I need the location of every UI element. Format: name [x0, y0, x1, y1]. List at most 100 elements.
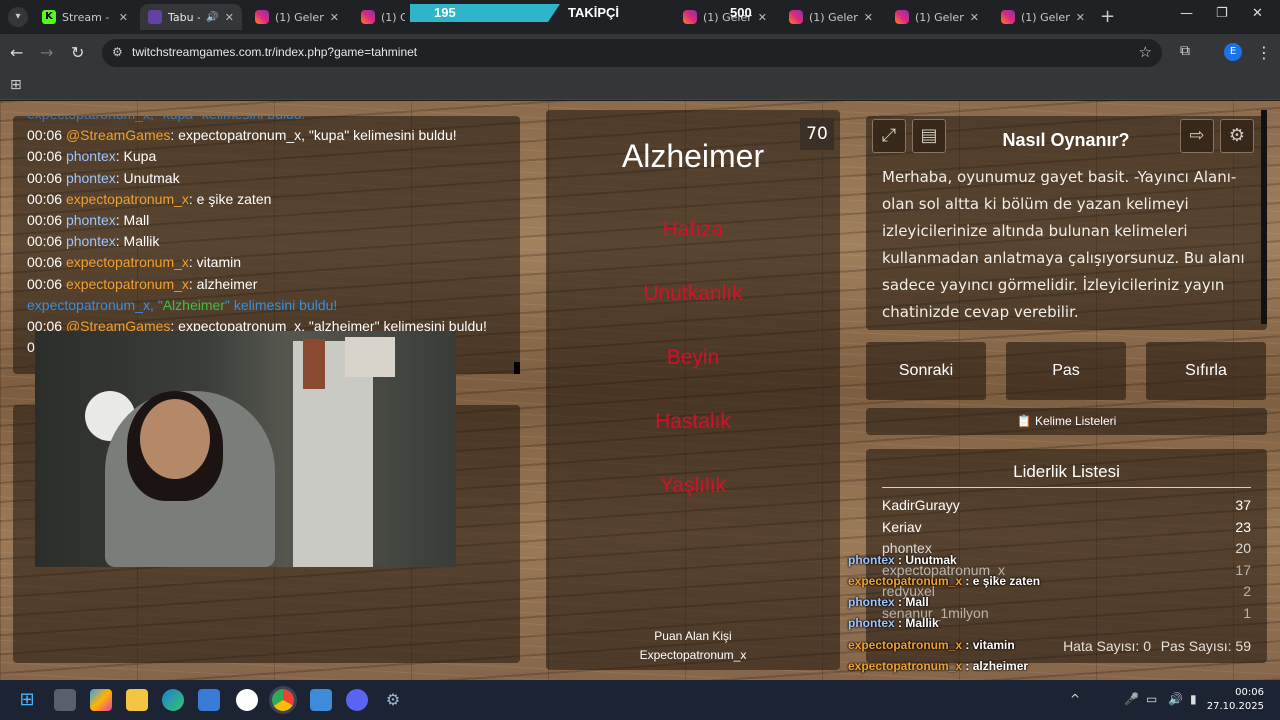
clock-time: 00:06 [1235, 687, 1264, 698]
close-icon[interactable]: ✕ [330, 11, 339, 24]
settings-gear-icon[interactable]: ⚙ [382, 689, 404, 711]
window-close-icon[interactable]: ✕ [1252, 6, 1263, 21]
volume-icon[interactable]: 🔊 [1168, 692, 1183, 706]
chat-username[interactable]: phontex [66, 148, 116, 164]
chat-message: 00:06 phontex: Mallik [13, 231, 520, 252]
address-bar[interactable]: ⚙ twitchstreamgames.com.tr/index.php?gam… [102, 39, 1162, 67]
how-to-play-panel: ⤢ ▤ Nasıl Oynanır? ⇨ ⚙ Merhaba, oyunumuz… [866, 116, 1267, 330]
overlay-chat-message: expectopatronum_x : e şike zaten [848, 574, 1040, 588]
tab-instagram-6[interactable]: (1) Gelen K ✕ [993, 4, 1093, 30]
chat-timestamp: 00:06 [27, 190, 63, 207]
site-info-icon[interactable]: ⚙ [112, 45, 123, 59]
close-icon[interactable]: ✕ [225, 11, 234, 24]
chat-message: 00:06 phontex: Mall [13, 210, 520, 231]
speaker-icon[interactable]: 🔊 [206, 12, 218, 23]
apps-grid-icon[interactable]: ⊞ [10, 77, 22, 93]
overlay-chat-message: phontex : Mallik [848, 616, 939, 630]
tab-instagram-2[interactable]: (1) Gelen [353, 4, 413, 30]
tab-instagram-3[interactable]: (1) Gelen K ✕ [675, 4, 775, 30]
chat-timestamp: 00:06 [27, 233, 63, 250]
logout-icon[interactable]: ⇨ [1180, 119, 1214, 153]
how-to-play-text: Merhaba, oyunumuz gayet basit. -Yayıncı … [882, 168, 1245, 321]
tab-search-button[interactable]: ▾ [8, 7, 28, 27]
fullscreen-icon[interactable]: ⤢ [872, 119, 906, 153]
extensions-icon[interactable]: ⧉ [1180, 43, 1190, 59]
follower-goal: 500 [730, 5, 752, 20]
minimize-icon[interactable]: — [1180, 6, 1193, 21]
restore-icon[interactable]: ❐ [1216, 6, 1228, 21]
taboo-word: Unutkanlık [643, 282, 743, 305]
player-score: 1 [1243, 605, 1251, 621]
address-toolbar: ← → ↻ ⚙ twitchstreamgames.com.tr/index.p… [0, 34, 1280, 72]
chat-text: : Mall [115, 211, 150, 228]
tab-instagram-5[interactable]: (1) Gelen K ✕ [887, 4, 987, 30]
overlay-username: expectopatronum_x [848, 574, 963, 588]
display-icon[interactable]: ▭ [1146, 692, 1157, 706]
edge-icon[interactable] [162, 689, 184, 711]
gear-icon[interactable]: ⚙ [1220, 119, 1254, 153]
chat-username[interactable]: expectopatronum_x [27, 297, 150, 313]
new-tab-button[interactable]: + [1100, 6, 1115, 27]
tab-instagram-1[interactable]: (1) Gelen K ✕ [247, 4, 347, 30]
windows-start-icon[interactable]: ⊞ [16, 689, 38, 711]
reload-icon[interactable]: ↻ [71, 43, 84, 62]
store-icon[interactable] [198, 689, 220, 711]
tray-chevron-icon[interactable]: ^ [1070, 692, 1080, 706]
close-icon[interactable]: ✕ [970, 11, 979, 24]
close-icon[interactable]: ✕ [119, 11, 128, 24]
chat-username[interactable]: phontex [66, 170, 116, 186]
chat-username[interactable]: expectopatronum_x [66, 191, 189, 207]
reset-button[interactable]: Sıfırla [1146, 342, 1266, 400]
microphone-icon[interactable]: 🎤 [1124, 692, 1139, 706]
how-to-play-title: Nasıl Oynanır? [1002, 130, 1130, 150]
bookmark-star-icon[interactable]: ☆ [1139, 43, 1152, 61]
tab-bar: ▾ K Stream - K ✕ Tabu - 🔊 ✕ (1) Gelen K … [0, 0, 1280, 34]
overlay-text: : Mallik [894, 616, 939, 630]
obs-icon[interactable] [236, 689, 258, 711]
close-icon[interactable]: ✕ [864, 11, 873, 24]
leaderboard-title: Liderlik Listesi [1013, 462, 1120, 481]
tab-instagram-4[interactable]: (1) Gelen K ✕ [781, 4, 881, 30]
chat-username[interactable]: phontex [66, 212, 116, 228]
chat-username[interactable]: @StreamGames [66, 127, 170, 143]
close-icon[interactable]: ✕ [758, 11, 767, 24]
chat-username[interactable]: expectopatronum_x [27, 116, 150, 122]
how-to-play-scrollbar[interactable] [1261, 110, 1267, 324]
close-icon[interactable]: ✕ [1076, 11, 1085, 24]
overlay-text: : alzheimer [962, 659, 1029, 673]
file-explorer-icon[interactable] [126, 689, 148, 711]
chat-scroll-handle[interactable] [514, 362, 520, 374]
chrome-icon[interactable] [272, 689, 294, 711]
back-icon[interactable]: ← [10, 43, 23, 62]
discord-icon[interactable] [346, 689, 368, 711]
battery-icon[interactable]: ▮ [1190, 692, 1197, 706]
task-view-icon[interactable] [54, 689, 76, 711]
system-clock[interactable]: 00:06 27.10.2025 [1207, 686, 1264, 714]
word-lists-button[interactable]: 📋 Kelime Listeleri [866, 408, 1267, 435]
chat-text: : Mallik [115, 233, 160, 250]
vpn-icon[interactable] [310, 689, 332, 711]
error-count: Hata Sayısı: 0 [1063, 638, 1151, 654]
chat-message: 00:06 expectopatronum_x: e şike zaten [13, 189, 520, 210]
profile-avatar[interactable]: E [1224, 43, 1242, 61]
chat-timestamp: 00:06 [27, 148, 63, 165]
chat-username[interactable]: phontex [66, 233, 116, 249]
tab-stream[interactable]: K Stream - K ✕ [34, 4, 136, 30]
player-score: 17 [1235, 562, 1251, 578]
forward-icon[interactable]: → [40, 43, 53, 62]
player-name: KadirGurayy [882, 497, 960, 513]
chat-text: : Kupa [115, 148, 157, 165]
overlay-username: expectopatronum_x [848, 659, 963, 673]
overlay-username: phontex [848, 616, 895, 630]
chat-username[interactable]: expectopatronum_x [66, 254, 189, 270]
overlay-username: expectopatronum_x [848, 638, 963, 652]
chat-username[interactable]: expectopatronum_x [66, 276, 189, 292]
menu-icon[interactable]: ⋮ [1256, 43, 1272, 62]
copilot-icon[interactable] [90, 689, 112, 711]
pass-button[interactable]: Pas [1006, 342, 1126, 400]
word-card: 70 Alzheimer Hafıza Unutkanlık Beyin Has… [546, 110, 840, 670]
overlay-chat-message: phontex : Mall [848, 595, 929, 609]
next-button[interactable]: Sonraki [866, 342, 986, 400]
instagram-icon [789, 10, 803, 24]
tab-tabu[interactable]: Tabu - 🔊 ✕ [140, 4, 242, 30]
